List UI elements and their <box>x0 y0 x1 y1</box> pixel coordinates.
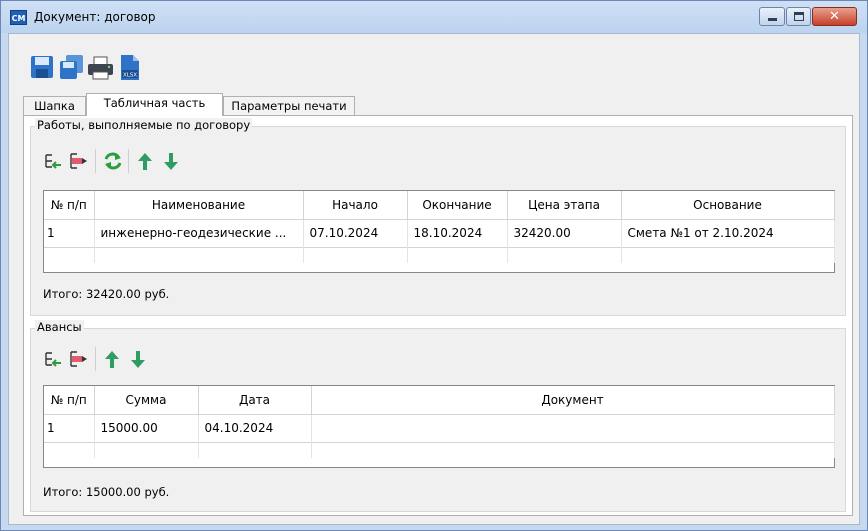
save-button[interactable] <box>29 54 56 81</box>
arrow-down-icon <box>131 351 145 368</box>
maximize-button[interactable] <box>786 7 811 26</box>
close-icon: ✕ <box>829 9 840 24</box>
works-group: Работы, выполняемые по договору № п/п На… <box>30 118 846 316</box>
minimize-icon <box>768 18 777 21</box>
table-cell[interactable]: 15000.00 <box>94 414 199 442</box>
main-toolbar: XLSX <box>29 54 143 81</box>
print-icon <box>88 56 113 80</box>
column-header[interactable]: Основание <box>621 191 835 220</box>
window-title: Документ: договор <box>34 10 156 24</box>
column-header[interactable]: № п/п <box>44 386 95 415</box>
table-empty-row[interactable] <box>44 441 835 458</box>
delete-row-icon <box>70 351 87 367</box>
column-header[interactable]: Окончание <box>407 191 508 220</box>
works-toolbar <box>43 149 181 173</box>
close-button[interactable]: ✕ <box>812 7 857 26</box>
table-cell[interactable]: 1 <box>44 414 95 442</box>
minimize-button[interactable] <box>759 7 785 26</box>
works-group-title: Работы, выполняемые по договору <box>35 118 253 132</box>
table-cell[interactable]: 18.10.2024 <box>407 219 508 247</box>
advances-table[interactable]: № п/п Сумма Дата Документ 1 15000.00 04.… <box>43 385 835 468</box>
column-header[interactable]: Начало <box>303 191 408 220</box>
print-button[interactable] <box>87 54 114 81</box>
add-row-button[interactable] <box>43 347 63 371</box>
refresh-button[interactable] <box>102 149 122 173</box>
column-header[interactable]: Наименование <box>94 191 304 220</box>
column-header[interactable]: № п/п <box>44 191 95 220</box>
column-header[interactable]: Документ <box>311 386 835 415</box>
toolbar-separator <box>95 149 96 173</box>
title-bar[interactable]: CM Документ: договор ✕ <box>1 1 867 33</box>
client-area: XLSX Шапка Табличная часть Параметры печ… <box>8 33 860 525</box>
add-row-icon <box>45 352 61 367</box>
export-xlsx-button[interactable]: XLSX <box>116 54 143 81</box>
tab-table-part[interactable]: Табличная часть <box>86 93 223 116</box>
table-cell[interactable] <box>311 414 835 442</box>
advances-total: Итого: 15000.00 руб. <box>43 485 170 499</box>
column-header[interactable]: Цена этапа <box>507 191 622 220</box>
tab-print-params[interactable]: Параметры печати <box>223 96 355 116</box>
table-cell[interactable]: 07.10.2024 <box>303 219 408 247</box>
delete-row-button[interactable] <box>69 149 89 173</box>
table-row[interactable]: 1 15000.00 04.10.2024 <box>44 414 835 442</box>
works-total: Итого: 32420.00 руб. <box>43 287 170 301</box>
column-header[interactable]: Дата <box>198 386 312 415</box>
column-header[interactable]: Сумма <box>94 386 199 415</box>
table-cell[interactable]: 1 <box>44 219 95 247</box>
refresh-icon <box>104 152 122 170</box>
works-table[interactable]: № п/п Наименование Начало Окончание Цена… <box>43 190 835 273</box>
arrow-up-icon <box>105 351 119 368</box>
app-icon: CM <box>10 10 27 25</box>
svg-text:XLSX: XLSX <box>123 73 137 79</box>
table-row[interactable]: 1 инженерно-геодезические ... 07.10.2024… <box>44 219 835 247</box>
table-empty-row[interactable] <box>44 246 835 263</box>
toolbar-separator <box>128 149 129 173</box>
copy-button[interactable] <box>58 54 85 81</box>
toolbar-separator <box>95 347 96 371</box>
advances-toolbar <box>43 347 148 371</box>
table-cell[interactable]: 32420.00 <box>507 219 622 247</box>
table-cell[interactable]: инженерно-геодезические ... <box>94 219 304 247</box>
advances-group-title: Авансы <box>35 320 84 334</box>
save-icon <box>31 56 53 78</box>
move-down-button[interactable] <box>128 347 148 371</box>
xlsx-icon: XLSX <box>121 55 139 80</box>
tab-panel: Работы, выполняемые по договору № п/п На… <box>23 115 853 516</box>
maximize-icon <box>794 12 804 21</box>
table-cell[interactable]: Смета №1 от 2.10.2024 <box>621 219 835 247</box>
table-cell[interactable]: 04.10.2024 <box>198 414 312 442</box>
advances-group: Авансы № п/п Сумма Дата Документ 1 15000… <box>30 320 846 512</box>
move-up-button[interactable] <box>102 347 122 371</box>
arrow-up-icon <box>138 153 152 170</box>
copy-icon <box>60 55 83 79</box>
add-row-icon <box>45 154 61 169</box>
delete-row-icon <box>70 153 87 169</box>
document-window: CM Документ: договор ✕ XLSX Шапка Таблич… <box>0 0 868 531</box>
arrow-down-icon <box>164 153 178 170</box>
move-up-button[interactable] <box>135 149 155 173</box>
delete-row-button[interactable] <box>69 347 89 371</box>
move-down-button[interactable] <box>161 149 181 173</box>
add-row-button[interactable] <box>43 149 63 173</box>
tab-header[interactable]: Шапка <box>23 96 86 116</box>
